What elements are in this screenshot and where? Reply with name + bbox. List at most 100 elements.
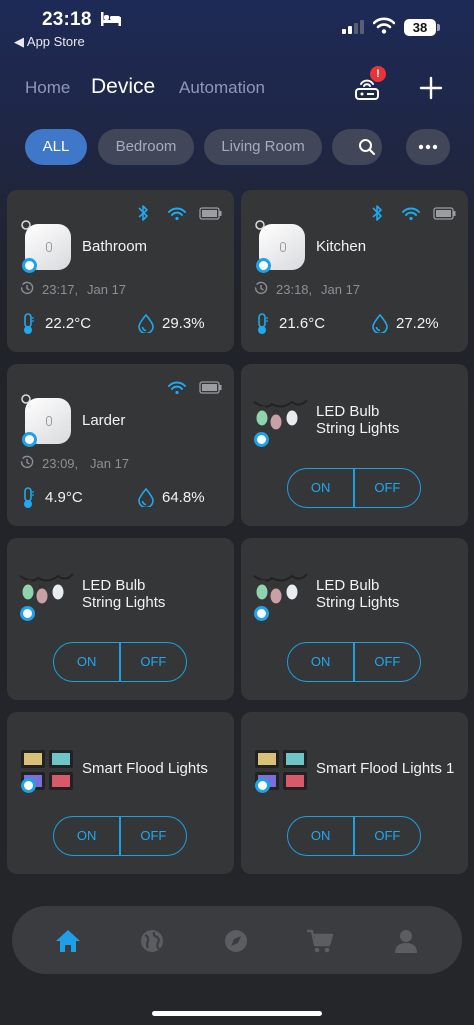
connection-badge-icon (254, 432, 269, 447)
power-toggle: ON OFF (53, 642, 187, 682)
cellular-signal-icon (342, 20, 364, 34)
battery-icon (199, 381, 222, 394)
device-card-kitchen[interactable]: Kitchen 23:18, Jan 17 21.6°C 27.2% (241, 190, 468, 352)
sensor-device-image (21, 394, 75, 448)
search-icon (359, 139, 376, 156)
clock-icon (254, 281, 268, 294)
ellipsis-icon (418, 144, 438, 150)
chip-bedroom[interactable]: Bedroom (98, 129, 194, 165)
compass-icon[interactable] (222, 928, 250, 954)
device-name: Larder (82, 412, 126, 429)
wifi-icon (402, 207, 420, 221)
add-device-button[interactable] (419, 76, 443, 100)
device-name-line1: LED Bulb (316, 577, 380, 594)
battery-tip (437, 24, 440, 31)
home-indicator (152, 1011, 322, 1016)
profile-icon[interactable] (392, 928, 420, 954)
power-toggle: ON OFF (287, 642, 421, 682)
globe-icon[interactable] (138, 928, 166, 954)
battery-level: 38 (404, 19, 436, 36)
device-card-string-lights[interactable]: LED Bulb String Lights ON OFF (241, 364, 468, 526)
connection-badge-icon (21, 778, 36, 793)
on-button[interactable]: ON (54, 817, 119, 855)
connection-badge-icon (20, 606, 35, 621)
power-toggle: ON OFF (287, 816, 421, 856)
off-button[interactable]: OFF (355, 643, 420, 681)
thermometer-icon (24, 313, 34, 334)
humidity-value: 27.2% (396, 315, 439, 332)
thermometer-icon (258, 313, 268, 334)
device-card-bathroom[interactable]: Bathroom 23:17, Jan 17 22.2°C 29.3% (7, 190, 234, 352)
device-name-line2: String Lights (316, 594, 400, 611)
clock-icon (20, 455, 34, 468)
device-card-string-lights[interactable]: LED Bulb String Lights ON OFF (241, 538, 468, 700)
device-card-flood-lights-1[interactable]: Smart Flood Lights 1 ON OFF (241, 712, 468, 874)
battery-icon (199, 207, 222, 220)
device-name: Bathroom (82, 238, 148, 255)
device-name-line1: LED Bulb (82, 577, 146, 594)
off-button[interactable]: OFF (121, 643, 186, 681)
room-filter-bar: ALL Bedroom Living Room (0, 129, 474, 166)
humidity-value: 64.8% (162, 489, 205, 506)
last-update-time: 23:18, (276, 282, 313, 297)
off-button[interactable]: OFF (355, 817, 420, 855)
battery-icon (433, 207, 456, 220)
power-toggle: ON OFF (53, 816, 187, 856)
power-toggle: ON OFF (287, 468, 421, 508)
temperature-value: 22.2°C (45, 315, 92, 332)
off-button[interactable]: OFF (121, 817, 186, 855)
status-time: 23:18 (42, 9, 92, 30)
top-navigation: Home Device Automation ! (0, 66, 474, 112)
more-options-button[interactable] (406, 129, 450, 165)
wifi-status-icon (373, 17, 395, 34)
connection-badge-icon (22, 258, 37, 273)
device-name-line1: LED Bulb (316, 403, 380, 420)
bed-icon (101, 12, 121, 26)
device-name-line2: String Lights (82, 594, 166, 611)
last-update-date: Jan 17 (321, 282, 361, 297)
chip-living-room[interactable]: Living Room (204, 129, 322, 165)
search-button[interactable] (332, 129, 382, 165)
last-update-time: 23:09, (42, 456, 79, 471)
on-button[interactable]: ON (288, 817, 353, 855)
chip-all[interactable]: ALL (25, 129, 87, 165)
device-status-icons (168, 381, 222, 395)
humidity-icon (138, 487, 154, 507)
bluetooth-icon (138, 205, 148, 221)
device-card-string-lights[interactable]: LED Bulb String Lights ON OFF (7, 538, 234, 700)
on-button[interactable]: ON (288, 469, 353, 507)
humidity-value: 29.3% (162, 315, 205, 332)
connection-badge-icon (22, 432, 37, 447)
cart-icon[interactable] (306, 928, 334, 954)
temperature-value: 21.6°C (279, 315, 326, 332)
off-button[interactable]: OFF (355, 469, 420, 507)
tab-device[interactable]: Device (91, 75, 155, 99)
on-button[interactable]: ON (288, 643, 353, 681)
bluetooth-icon (372, 205, 382, 221)
device-status-icons (138, 205, 222, 221)
wifi-icon (168, 207, 186, 221)
bottom-navigation (12, 906, 462, 974)
device-name: Smart Flood Lights 1 (316, 760, 455, 777)
device-name: Kitchen (316, 238, 367, 255)
thermometer-icon (24, 487, 34, 508)
humidity-icon (138, 313, 154, 333)
clock-icon (20, 281, 34, 294)
device-card-flood-lights[interactable]: Smart Flood Lights ON OFF (7, 712, 234, 874)
device-status-icons (372, 205, 456, 221)
last-update-date: Jan 17 (90, 456, 130, 471)
home-icon[interactable] (54, 928, 82, 954)
last-update-date: Jan 17 (87, 282, 127, 297)
device-name-line2: String Lights (316, 420, 400, 437)
humidity-icon (372, 313, 388, 333)
wifi-icon (168, 381, 186, 395)
tab-automation[interactable]: Automation (179, 78, 265, 98)
on-button[interactable]: ON (54, 643, 119, 681)
temperature-value: 4.9°C (45, 489, 83, 506)
device-name: Smart Flood Lights (82, 760, 208, 777)
alert-badge: ! (370, 66, 386, 82)
back-to-app-store[interactable]: ◀ App Store (14, 34, 85, 50)
device-card-larder[interactable]: Larder 23:09, Jan 17 4.9°C 64.8% (7, 364, 234, 526)
sensor-device-image (21, 220, 75, 274)
tab-home[interactable]: Home (25, 78, 70, 98)
